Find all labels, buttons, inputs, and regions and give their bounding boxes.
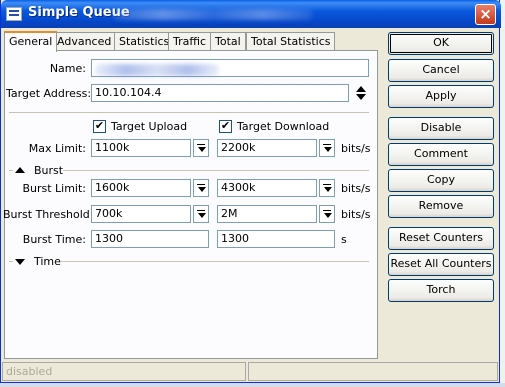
cancel-button[interactable]: Cancel	[388, 59, 494, 82]
separator	[9, 261, 13, 262]
burst-threshold-upload-dropdown-icon[interactable]	[193, 205, 209, 223]
redacted-title-suffix	[113, 9, 313, 20]
max-limit-label: Max Limit:	[28, 142, 86, 155]
burst-threshold-download-field[interactable]: 2M	[217, 205, 317, 223]
max-limit-download-dropdown-icon[interactable]	[319, 139, 335, 157]
burst-limit-label: Burst Limit:	[22, 182, 86, 195]
close-button[interactable]: ×	[475, 4, 496, 25]
window-icon	[6, 7, 22, 21]
separator	[63, 170, 369, 171]
up-down-icon[interactable]	[354, 84, 368, 102]
burst-threshold-label: Burst Threshold:	[3, 208, 94, 221]
torch-button[interactable]: Torch	[388, 279, 494, 302]
burst-time-unit: s	[341, 233, 347, 246]
comment-button[interactable]: Comment	[388, 143, 494, 166]
tab-general[interactable]: General	[4, 31, 58, 52]
burst-time-label: Burst Time:	[22, 233, 86, 246]
tab-total-statistics[interactable]: Total Statistics	[246, 32, 336, 51]
target-address-label: Target Address:	[6, 87, 92, 100]
burst-time-upload-field[interactable]: 1300	[91, 230, 209, 248]
burst-time-download-field[interactable]: 1300	[217, 230, 335, 248]
burst-threshold-download-dropdown-icon[interactable]	[319, 205, 335, 223]
target-address-field[interactable]: 10.10.104.4	[91, 84, 349, 102]
expand-down-icon[interactable]	[15, 259, 25, 265]
collapse-up-icon[interactable]	[15, 167, 25, 173]
tab-advanced[interactable]: Advanced	[52, 32, 117, 51]
status-cell-empty	[248, 362, 498, 381]
simple-queue-dialog: Simple Queue × General Advanced Statisti…	[0, 0, 501, 383]
max-limit-upload-dropdown-icon[interactable]	[193, 139, 209, 157]
target-download-checkbox[interactable]: ✔	[219, 120, 232, 133]
tab-statistics[interactable]: Statistics	[114, 32, 175, 51]
apply-button[interactable]: Apply	[388, 85, 494, 108]
target-download-label: Target Download	[237, 120, 330, 133]
reset-all-counters-button[interactable]: Reset All Counters	[388, 253, 494, 276]
copy-button[interactable]: Copy	[388, 169, 494, 192]
time-section-label[interactable]: Time	[34, 255, 61, 268]
background-strip	[500, 0, 505, 387]
ok-button[interactable]: OK	[388, 32, 494, 55]
name-label: Name:	[49, 62, 86, 75]
burst-limit-upload-field[interactable]: 1600k	[91, 179, 191, 197]
max-limit-unit: bits/s	[341, 142, 371, 155]
separator	[9, 112, 369, 113]
target-upload-checkbox[interactable]: ✔	[93, 120, 106, 133]
tab-traffic[interactable]: Traffic	[168, 32, 212, 51]
separator	[61, 261, 369, 262]
separator	[9, 170, 13, 171]
redacted-name	[95, 64, 219, 76]
background-window-edge	[0, 383, 505, 387]
max-limit-download-field[interactable]: 2200k	[217, 139, 317, 157]
burst-limit-unit: bits/s	[341, 182, 371, 195]
tab-total[interactable]: Total	[210, 32, 246, 51]
target-upload-label: Target Upload	[111, 120, 188, 133]
burst-limit-download-field[interactable]: 4300k	[217, 179, 317, 197]
title-bar[interactable]: Simple Queue ×	[1, 0, 501, 28]
burst-threshold-unit: bits/s	[341, 208, 371, 221]
max-limit-upload-field[interactable]: 1100k	[91, 139, 191, 157]
reset-counters-button[interactable]: Reset Counters	[388, 227, 494, 250]
burst-threshold-upload-field[interactable]: 700k	[91, 205, 191, 223]
burst-section-label[interactable]: Burst	[34, 164, 63, 177]
status-text: disabled	[2, 362, 246, 381]
disable-button[interactable]: Disable	[388, 117, 494, 140]
status-bar: disabled	[1, 362, 501, 382]
burst-limit-download-dropdown-icon[interactable]	[319, 179, 335, 197]
remove-button[interactable]: Remove	[388, 195, 494, 218]
burst-limit-upload-dropdown-icon[interactable]	[193, 179, 209, 197]
